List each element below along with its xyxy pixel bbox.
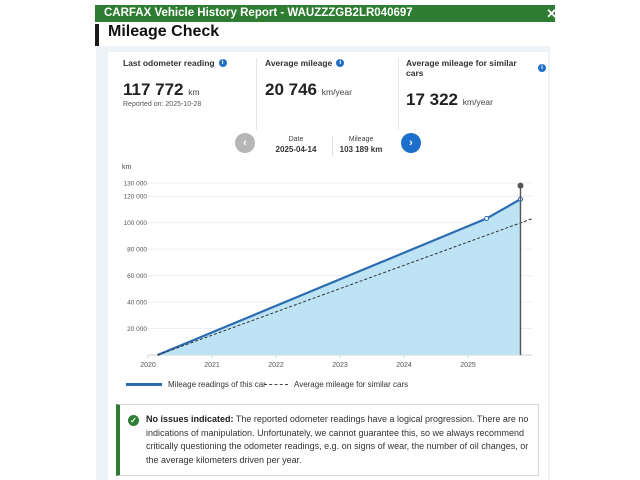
y-tick-label: 120 000	[124, 194, 148, 201]
previous-reading-button[interactable]: ‹	[235, 133, 255, 153]
info-icon[interactable]: i	[336, 59, 345, 67]
x-tick-label: 2024	[396, 362, 412, 369]
divider	[332, 136, 333, 156]
y-tick-label: 80 000	[127, 247, 147, 254]
stat-label: Last odometer reading	[123, 58, 215, 68]
x-tick-label: 2025	[460, 362, 476, 369]
reading-mileage-label: Mileage	[348, 136, 374, 143]
current-reading-marker-dot	[517, 182, 524, 189]
report-header: CARFAX Vehicle History Report - WAUZZZGB…	[95, 5, 557, 22]
reading-mileage: Mileage 103 189 km	[336, 136, 386, 154]
stat-value: 20 746	[265, 80, 317, 99]
no-issues-notice: ✓ No issues indicated: The reported odom…	[116, 404, 539, 476]
y-tick-label: 100 000	[124, 220, 148, 227]
y-axis-unit-label: km	[122, 164, 132, 171]
y-tick-label: 130 000	[124, 181, 148, 188]
x-tick-label: 2022	[268, 362, 284, 369]
stat-unit: km	[188, 87, 200, 97]
mileage-chart: km 20 000 40 000 60 000 80 000 100 000 120 000…	[122, 164, 533, 369]
stat-unit: km/year	[321, 87, 352, 97]
divider	[256, 58, 257, 130]
divider	[398, 58, 399, 130]
x-tick-label: 2023	[332, 362, 348, 369]
y-tick-label: 60 000	[127, 273, 147, 280]
x-tick-label: 2020	[140, 362, 156, 369]
next-reading-button[interactable]: ›	[401, 133, 421, 153]
reading-mileage-value: 103 189 km	[339, 145, 383, 154]
notice-title: No issues indicated:	[146, 414, 234, 424]
stat-value: 17 322	[406, 90, 458, 109]
legend-item-this-car: Mileage readings of this car	[126, 380, 266, 389]
legend-label: Average mileage for similar cars	[294, 380, 409, 389]
stat-label: Average mileage for similar cars	[406, 58, 517, 78]
info-icon[interactable]: i	[218, 59, 227, 67]
y-tick-label: 40 000	[127, 300, 147, 307]
legend-label: Mileage readings of this car	[168, 380, 266, 389]
reading-date-value: 2025-04-14	[275, 145, 317, 154]
legend-item-similar-cars: Average mileage for similar cars	[264, 380, 408, 389]
title-accent-bar	[95, 24, 99, 46]
data-point	[484, 215, 490, 221]
stat-average-mileage: Average mileage i 20 746 km/year	[265, 58, 395, 130]
page-header: Mileage Check	[95, 22, 555, 46]
close-icon[interactable]: ✕	[546, 5, 557, 22]
checkmark-icon: ✓	[128, 415, 139, 426]
info-icon[interactable]: i	[538, 64, 546, 72]
legend-swatch-solid	[126, 383, 162, 386]
reading-date-label: Date	[288, 136, 304, 143]
y-tick-label: 20 000	[127, 326, 147, 333]
stat-similar-cars: Average mileage for similar cars i 17 322…	[406, 58, 546, 130]
x-tick-label: 2021	[204, 362, 220, 369]
stat-value: 117 772	[123, 80, 184, 99]
stat-reported-on: Reported on: 2025-10-28	[123, 101, 202, 108]
stat-last-odometer: Last odometer reading i 117 772 km Report…	[123, 58, 248, 130]
reading-date: Date 2025-04-14	[270, 136, 322, 154]
stat-unit: km/year	[462, 97, 493, 107]
page-title: Mileage Check	[108, 23, 220, 40]
legend-swatch-dashed	[264, 384, 288, 385]
stat-label: Average mileage	[265, 58, 333, 68]
report-title: CARFAX Vehicle History Report - WAUZZZGB…	[104, 7, 413, 19]
